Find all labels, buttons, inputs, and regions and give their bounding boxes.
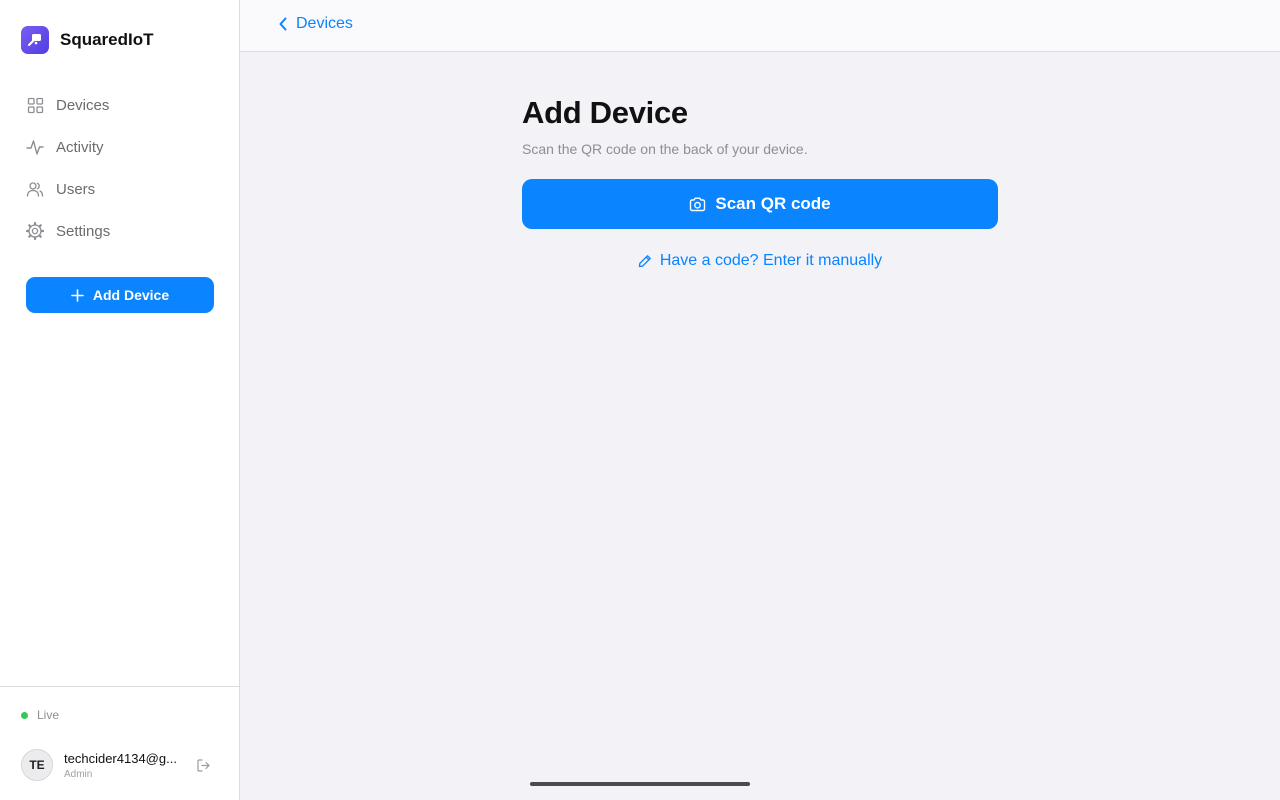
users-icon [26,180,44,198]
user-profile: TE techcider4134@g... Admin [21,749,221,781]
back-button-label: Devices [296,15,353,32]
sidebar-item-label: Activity [56,138,104,156]
sidebar-footer: Live TE techcider4134@g... Admin [0,686,239,800]
user-role: Admin [64,768,93,780]
sidebar-item-label: Devices [56,96,110,114]
chevron-left-icon [278,16,288,32]
pencil-icon [638,254,652,268]
topbar: Devices [240,0,1280,52]
app-logo-icon [21,26,49,54]
scan-qr-button[interactable]: Scan QR code [522,179,998,229]
plus-icon [71,288,84,302]
grid-icon [26,96,44,114]
sidebar-item-users[interactable]: Users [26,176,216,202]
activity-icon [26,138,44,156]
app-name: SquaredIoT [60,30,154,49]
main-content: Add Device Scan the QR code on the back … [522,95,998,270]
user-email: techcider4134@g... [64,750,177,766]
back-button[interactable]: Devices [278,15,353,33]
camera-icon [689,197,706,212]
live-status: Live [21,708,59,722]
sidebar-item-devices[interactable]: Devices [26,92,216,118]
sidebar-item-label: Users [56,180,96,198]
sidebar: SquaredIoT Devices Activity Users Settin… [0,0,240,800]
home-indicator [530,782,750,786]
live-status-label: Live [37,708,60,722]
add-device-button-label: Add Device [92,287,170,303]
page-subtitle: Scan the QR code on the back of your dev… [522,141,808,157]
enter-code-manually-link[interactable]: Have a code? Enter it manually [522,252,998,270]
sidebar-item-activity[interactable]: Activity [26,134,216,160]
enter-code-manually-label: Have a code? Enter it manually [659,252,883,269]
logout-icon[interactable] [195,757,211,773]
add-device-button[interactable]: Add Device [26,277,214,313]
status-dot-icon [21,711,28,719]
brand: SquaredIoT [21,26,154,54]
sidebar-item-label: Settings [56,222,111,240]
scan-qr-button-label: Scan QR code [715,194,831,213]
gear-icon [26,222,44,240]
sidebar-item-settings[interactable]: Settings [26,218,216,244]
avatar: TE [21,749,53,781]
sidebar-nav: Devices Activity Users Settings [26,92,216,260]
user-info: techcider4134@g... Admin [64,751,182,780]
page-title: Add Device [522,95,688,130]
